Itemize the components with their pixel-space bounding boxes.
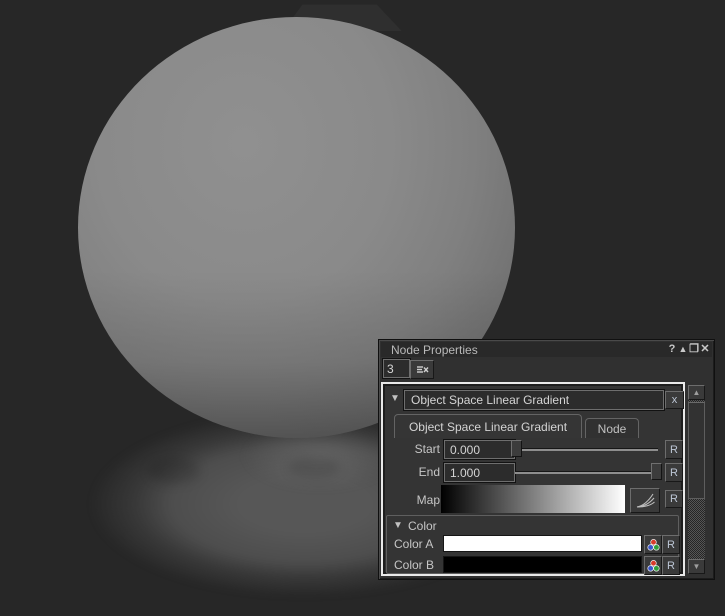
color-section: ▼ Color Color A R Color B (386, 515, 679, 574)
close-icon[interactable]: ✕ (700, 343, 710, 356)
edit-node-button[interactable] (410, 360, 434, 379)
color-a-swatch[interactable] (443, 535, 642, 552)
end-reset-button[interactable]: R (665, 463, 683, 482)
panel-title: Node Properties (391, 343, 478, 357)
start-slider-handle[interactable] (511, 440, 522, 457)
rgb-triangle-icon (647, 539, 660, 551)
end-slider-track[interactable] (515, 471, 658, 474)
color-section-title: Color (408, 519, 437, 533)
map-gradient-strip[interactable] (441, 485, 625, 513)
map-reset-button[interactable]: R (665, 490, 683, 508)
color-a-label: Color A (394, 537, 433, 551)
color-b-swatch[interactable] (443, 556, 642, 573)
end-slider-handle[interactable] (651, 463, 662, 480)
scroll-down-button[interactable]: ▼ (688, 559, 705, 574)
node-title-field: Object Space Linear Gradient (404, 390, 664, 410)
color-b-reset-button[interactable]: R (662, 556, 680, 575)
help-icon[interactable]: ? (667, 343, 677, 356)
restore-icon[interactable]: ❐ (689, 343, 699, 356)
node-collapse-icon[interactable]: ▼ (390, 393, 400, 404)
tab-node[interactable]: Node (585, 418, 639, 438)
start-slider[interactable] (511, 440, 662, 458)
titlebar-icons: ? ▲ ❐ ✕ (667, 343, 712, 356)
scroll-up-button[interactable]: ▲ (688, 385, 705, 400)
color-a-picker-button[interactable] (644, 535, 662, 554)
end-slider[interactable] (511, 463, 662, 481)
start-input[interactable]: 0.000 (444, 440, 515, 459)
end-input[interactable]: 1.000 (444, 463, 515, 482)
collapse-window-icon[interactable]: ▲ (678, 343, 688, 356)
color-b-picker-button[interactable] (644, 556, 662, 575)
start-reset-button[interactable]: R (665, 440, 683, 459)
curves-icon (635, 493, 655, 508)
panel-titlebar[interactable]: Node Properties ? ▲ ❐ ✕ (381, 342, 712, 357)
start-slider-track[interactable] (515, 448, 658, 451)
rgb-triangle-icon (647, 560, 660, 572)
edit-lines-icon (416, 365, 429, 374)
map-curves-button[interactable] (630, 488, 660, 513)
color-b-label: Color B (394, 558, 434, 572)
color-a-reset-button[interactable]: R (662, 535, 680, 554)
tab-object-space-linear-gradient[interactable]: Object Space Linear Gradient (394, 414, 582, 438)
shadow-smudge (148, 458, 200, 484)
panel-scrollbar[interactable]: ▲ ▼ (688, 385, 705, 574)
node-properties-panel: Node Properties ? ▲ ❐ ✕ ▼ Object Space L… (378, 339, 715, 580)
node-subpanel: ▼ Object Space Linear Gradient x Object … (381, 382, 685, 576)
end-label: End (383, 465, 440, 479)
shadow-smudge (288, 456, 340, 478)
remove-node-button[interactable]: x (665, 391, 684, 409)
color-collapse-icon[interactable]: ▼ (393, 520, 403, 531)
map-label: Map (383, 493, 440, 507)
node-index-input[interactable] (383, 359, 410, 378)
start-label: Start (383, 442, 440, 456)
scrollbar-thumb[interactable] (688, 402, 705, 499)
